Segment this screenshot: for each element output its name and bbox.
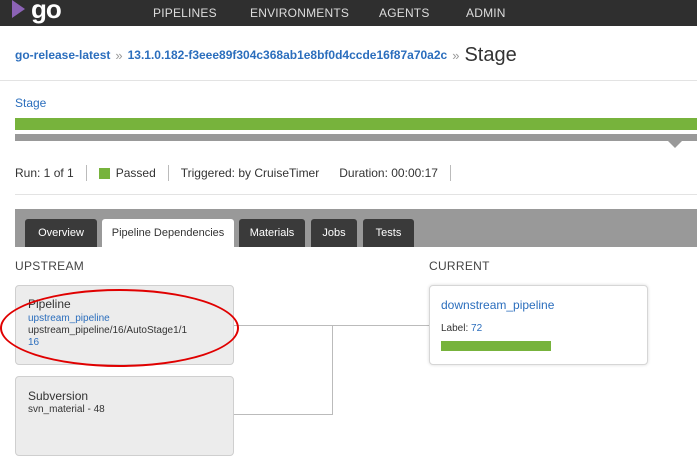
divider [449, 165, 451, 181]
upstream-heading: UPSTREAM [15, 259, 85, 273]
upstream-stage-path: upstream_pipeline/16/AutoStage1/1 [28, 325, 188, 336]
upstream-material-card[interactable]: Subversion svn_material - 48 [15, 376, 234, 456]
breadcrumb-pipeline-link[interactable]: go-release-latest [15, 48, 110, 62]
go-logo[interactable]: go [12, 0, 62, 24]
divider [15, 194, 697, 195]
tab-tests[interactable]: Tests [363, 219, 414, 247]
play-icon [12, 0, 25, 18]
card-type: Subversion [28, 389, 89, 403]
nav-environments[interactable]: ENVIRONMENTS [250, 0, 349, 26]
nav-admin[interactable]: ADMIN [466, 0, 506, 26]
card-type: Pipeline [28, 297, 71, 311]
upstream-pipeline-card[interactable]: Pipeline upstream_pipeline upstream_pipe… [15, 285, 234, 365]
nav-pipelines[interactable]: PIPELINES [153, 0, 217, 26]
upstream-counter-link[interactable]: 16 [28, 337, 39, 348]
current-pipeline-card[interactable]: downstream_pipeline Label: 72 [429, 285, 648, 365]
connector-line [332, 325, 333, 415]
top-nav-bar: go PIPELINES ENVIRONMENTS AGENTS ADMIN [0, 0, 697, 26]
breadcrumb-separator: » [115, 47, 123, 63]
current-status-bar [441, 341, 551, 351]
connector-line [233, 325, 429, 326]
tab-materials[interactable]: Materials [239, 219, 305, 247]
passed-status-icon [98, 167, 110, 179]
connector-line [233, 414, 333, 415]
current-pipeline-link[interactable]: downstream_pipeline [441, 298, 554, 312]
divider [0, 80, 697, 81]
tab-pipeline-dependencies[interactable]: Pipeline Dependencies [102, 219, 234, 247]
breadcrumb-separator: » [452, 47, 460, 63]
stage-status-bar[interactable] [15, 118, 697, 130]
run-status: Passed [115, 166, 156, 180]
nav-agents[interactable]: AGENTS [379, 0, 430, 26]
label-value-link[interactable]: 72 [471, 323, 482, 334]
run-counter: Run: 1 of 1 [15, 166, 74, 180]
tab-jobs[interactable]: Jobs [311, 219, 357, 247]
label-caption: Label: [441, 323, 469, 334]
run-info: Run: 1 of 1 Passed Triggered: by CruiseT… [15, 164, 463, 182]
logo-text: go [31, 0, 62, 24]
stage-history-bar [15, 134, 697, 141]
tab-overview[interactable]: Overview [25, 219, 97, 247]
divider [167, 165, 169, 181]
material-detail: svn_material - 48 [28, 404, 105, 415]
divider [85, 165, 87, 181]
caret-down-icon [668, 141, 682, 148]
breadcrumb: go-release-latest » 13.1.0.182-f3eee89f3… [15, 40, 517, 70]
page-title: Stage [464, 43, 517, 66]
triggered-by: Triggered: by CruiseTimer [180, 166, 320, 180]
run-duration: Duration: 00:00:17 [339, 166, 438, 180]
tab-strip: Overview Pipeline Dependencies Materials… [15, 209, 697, 247]
current-heading: CURRENT [429, 259, 490, 273]
current-label: Label: 72 [441, 323, 482, 334]
upstream-pipeline-link[interactable]: upstream_pipeline [28, 313, 110, 324]
breadcrumb-run-link[interactable]: 13.1.0.182-f3eee89f304c368ab1e8bf0d4ccde… [128, 48, 448, 62]
stage-link[interactable]: Stage [15, 96, 46, 110]
